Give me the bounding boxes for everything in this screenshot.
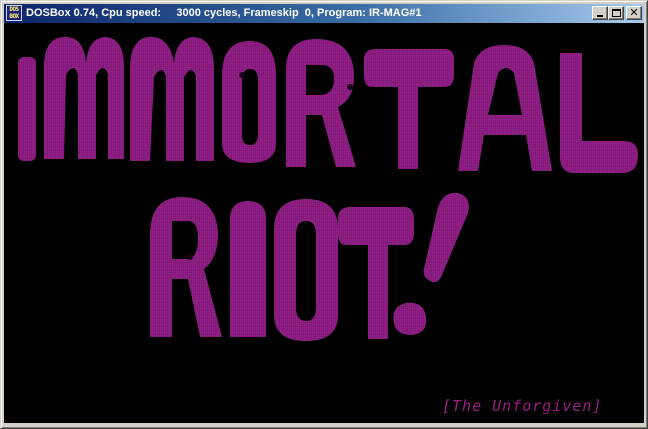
logo-letter-l — [560, 53, 638, 173]
logo-letter-t — [364, 49, 454, 169]
logo-letter-o — [222, 41, 276, 163]
logo-letter-m1 — [44, 36, 124, 159]
logo-line-1 — [18, 36, 638, 173]
credit-text: [The Unforgiven] — [442, 397, 603, 415]
dos-screen[interactable]: [The Unforgiven] — [4, 23, 644, 423]
dosbox-window: DOS BOX DOSBox 0.74, Cpu speed: 3000 cyc… — [0, 0, 648, 429]
logo-letter-i2 — [230, 201, 266, 337]
logo-letter-m2 — [130, 36, 214, 162]
logo-letter-r — [286, 39, 356, 167]
dosbox-icon-label-bottom: BOX — [9, 13, 19, 20]
close-button[interactable]: ✕ — [626, 6, 642, 20]
dosbox-icon-label-top: DOS — [9, 6, 19, 13]
maximize-button[interactable] — [608, 6, 624, 20]
dosbox-icon[interactable]: DOS BOX — [6, 5, 22, 21]
logo-letter-a — [458, 45, 552, 171]
logo-letter-r2 — [150, 197, 222, 337]
logo-letter-o2 — [274, 199, 338, 341]
maximize-icon — [612, 9, 621, 17]
minimize-icon — [597, 15, 603, 17]
logo-line-2 — [150, 192, 469, 341]
logo-letter-i — [18, 57, 36, 161]
minimize-button[interactable] — [592, 6, 608, 20]
close-icon: ✕ — [629, 6, 639, 19]
window-title: DOSBox 0.74, Cpu speed: 3000 cycles, Fra… — [26, 7, 422, 19]
title-bar[interactable]: DOS BOX DOSBox 0.74, Cpu speed: 3000 cyc… — [4, 4, 644, 23]
immortal-riot-logo — [18, 36, 638, 341]
